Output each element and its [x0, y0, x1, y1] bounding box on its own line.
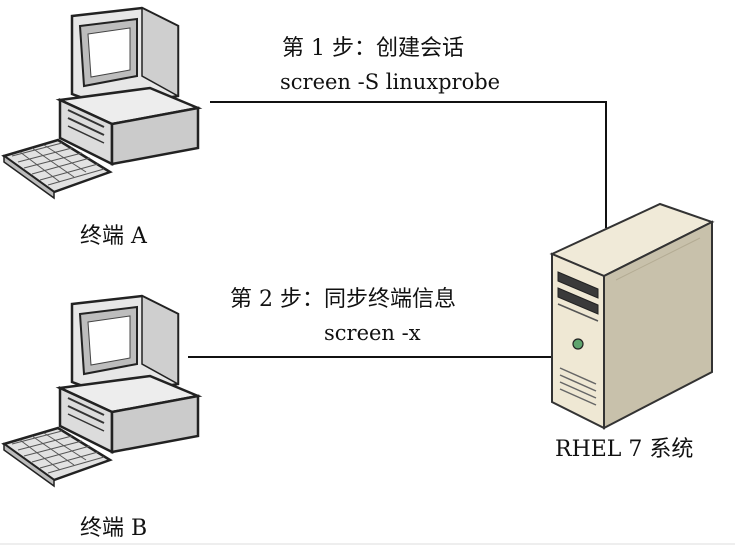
step1-command: screen -S linuxprobe — [280, 70, 500, 94]
terminal-b-label: 终端 B — [80, 516, 147, 541]
connector-step1 — [210, 101, 607, 228]
step2-title: 第 2 步：同步终端信息 — [230, 287, 456, 312]
diagram-svg: 终端 A 终端 B 第 1 步：创建会话 screen -S linuxprob… — [0, 6, 735, 545]
diagram-canvas: 终端 A 终端 B 第 1 步：创建会话 screen -S linuxprob… — [0, 0, 735, 546]
terminal-a-label: 终端 A — [80, 224, 148, 249]
server-label: RHEL 7 系统 — [555, 437, 693, 462]
terminal-b-computer-icon — [2, 294, 200, 488]
step1-title: 第 1 步：创建会话 — [282, 36, 464, 61]
server-tower-icon — [549, 202, 715, 430]
terminal-a-computer-icon — [2, 6, 200, 200]
step2-command: screen -x — [324, 321, 421, 345]
